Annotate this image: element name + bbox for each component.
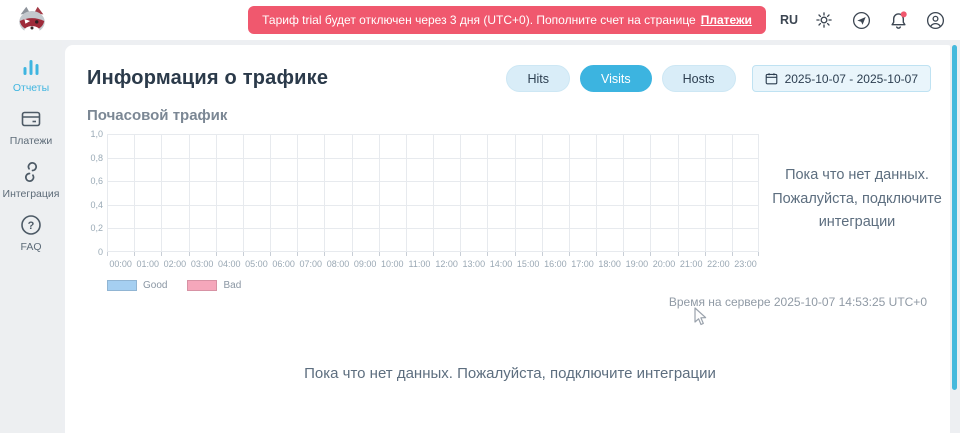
x-tick-label: 14:00 xyxy=(487,259,514,269)
x-tick-label: 05:00 xyxy=(243,259,270,269)
x-tick-label: 07:00 xyxy=(297,259,324,269)
legend-swatch xyxy=(187,280,217,291)
hourly-traffic-chart: 1,00,80,60,40,20 00:0001:0002:0003:0004:… xyxy=(87,134,759,291)
tab-hits[interactable]: Hits xyxy=(506,65,570,92)
chart-grid xyxy=(107,134,759,258)
notifications-bell-icon[interactable] xyxy=(887,9,909,31)
theme-sun-icon[interactable] xyxy=(813,9,835,31)
x-tick-label: 13:00 xyxy=(460,259,487,269)
server-time: Время на сервере 2025-10-07 14:53:25 UTC… xyxy=(65,295,955,309)
metric-tabs: Hits Visits Hosts xyxy=(506,65,735,92)
sidebar-item-label: Интеграция xyxy=(3,188,60,200)
x-axis-labels: 00:0001:0002:0003:0004:0005:0006:0007:00… xyxy=(107,259,759,269)
raccoon-logo-icon xyxy=(15,3,49,37)
notification-badge xyxy=(900,11,906,17)
payments-link[interactable]: Платежи xyxy=(701,13,752,27)
trial-banner: Тариф trial будет отключен через 3 дня (… xyxy=(248,6,766,34)
x-tick-label: 03:00 xyxy=(189,259,216,269)
x-tick-label: 09:00 xyxy=(352,259,379,269)
y-tick-label: 0,2 xyxy=(90,224,103,233)
sidebar-item-label: Отчеты xyxy=(13,82,49,94)
x-tick-label: 00:00 xyxy=(107,259,134,269)
x-tick-label: 02:00 xyxy=(161,259,188,269)
svg-text:?: ? xyxy=(28,220,35,232)
app-logo[interactable] xyxy=(14,2,50,38)
x-tick-label: 12:00 xyxy=(433,259,460,269)
chart-legend: Good Bad xyxy=(107,280,759,291)
sidebar-item-label: FAQ xyxy=(20,241,41,253)
bar-chart-icon xyxy=(20,56,42,78)
legend-label: Bad xyxy=(223,280,241,291)
x-tick-label: 18:00 xyxy=(596,259,623,269)
topbar-actions: RU xyxy=(780,9,946,31)
sidebar-item-reports[interactable]: Отчеты xyxy=(1,56,61,94)
legend-item-good[interactable]: Good xyxy=(107,280,167,291)
y-tick-label: 0,6 xyxy=(90,177,103,186)
x-tick-label: 23:00 xyxy=(732,259,759,269)
date-range-picker[interactable]: 2025-10-07 - 2025-10-07 xyxy=(752,65,931,92)
profile-icon[interactable] xyxy=(924,9,946,31)
x-tick-label: 15:00 xyxy=(515,259,542,269)
y-tick-label: 0 xyxy=(98,248,103,257)
x-tick-label: 21:00 xyxy=(678,259,705,269)
sidebar-item-faq[interactable]: ? FAQ xyxy=(1,213,61,253)
x-tick-label: 11:00 xyxy=(406,259,433,269)
no-data-side-panel: Пока что нет данных. Пожалуйста, подключ… xyxy=(759,108,955,291)
x-tick-label: 10:00 xyxy=(379,259,406,269)
sidebar-item-payments[interactable]: Платежи xyxy=(1,107,61,147)
traffic-card: Информация о трафике Hits Visits Hosts 2… xyxy=(65,45,955,433)
y-tick-label: 0,4 xyxy=(90,201,103,210)
calendar-icon xyxy=(765,72,778,85)
link-icon xyxy=(19,160,43,184)
tab-visits[interactable]: Visits xyxy=(580,65,652,92)
no-data-bottom-message: Пока что нет данных. Пожалуйста, подключ… xyxy=(65,365,955,382)
sidebar: Отчеты Платежи Интеграция ? FAQ xyxy=(0,40,62,433)
topbar: Тариф trial будет отключен через 3 дня (… xyxy=(0,0,960,40)
x-tick-label: 06:00 xyxy=(270,259,297,269)
tab-hosts[interactable]: Hosts xyxy=(662,65,736,92)
no-data-side-message: Пока что нет данных. Пожалуйста, подключ… xyxy=(759,164,955,236)
scrollbar-track xyxy=(950,45,960,433)
legend-item-bad[interactable]: Bad xyxy=(187,280,241,291)
sidebar-item-label: Платежи xyxy=(10,135,53,147)
x-tick-label: 19:00 xyxy=(623,259,650,269)
legend-swatch xyxy=(107,280,137,291)
x-tick-label: 17:00 xyxy=(569,259,596,269)
telegram-send-icon[interactable] xyxy=(850,9,872,31)
main-content: Информация о трафике Hits Visits Hosts 2… xyxy=(62,40,960,433)
x-tick-label: 04:00 xyxy=(216,259,243,269)
payment-card-icon xyxy=(19,107,43,131)
language-selector[interactable]: RU xyxy=(780,13,798,27)
x-tick-label: 16:00 xyxy=(542,259,569,269)
chart-row: 1,00,80,60,40,20 00:0001:0002:0003:0004:… xyxy=(65,134,955,291)
x-tick-label: 08:00 xyxy=(324,259,351,269)
trial-banner-text: Тариф trial будет отключен через 3 дня (… xyxy=(262,13,696,27)
x-tick-label: 01:00 xyxy=(134,259,161,269)
page-body: Отчеты Платежи Интеграция ? FAQ xyxy=(0,40,960,433)
y-tick-label: 0,8 xyxy=(90,154,103,163)
date-range-value: 2025-10-07 - 2025-10-07 xyxy=(785,72,918,86)
y-axis-labels: 1,00,80,60,40,20 xyxy=(87,134,105,252)
card-header: Информация о трафике Hits Visits Hosts 2… xyxy=(65,45,955,92)
scrollbar-thumb[interactable] xyxy=(952,45,957,390)
x-tick-label: 20:00 xyxy=(650,259,677,269)
y-tick-label: 1,0 xyxy=(90,130,103,139)
sidebar-item-integration[interactable]: Интеграция xyxy=(1,160,61,200)
x-tick-label: 22:00 xyxy=(705,259,732,269)
page-title: Информация о трафике xyxy=(87,67,328,90)
question-icon: ? xyxy=(19,213,43,237)
legend-label: Good xyxy=(143,280,167,291)
plot-area xyxy=(107,134,759,258)
